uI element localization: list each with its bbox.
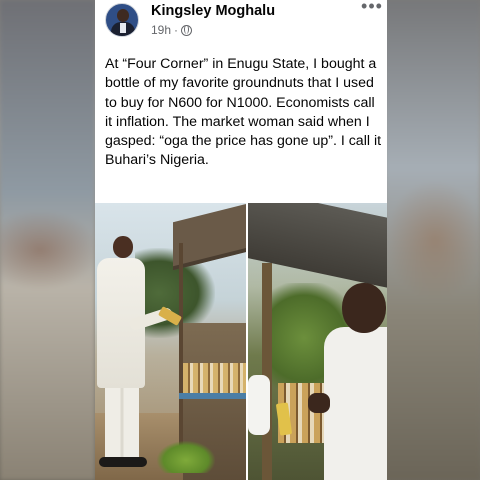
avatar-shirt — [120, 23, 126, 33]
post-text: At “Four Corner” in Enugu State, I bough… — [105, 56, 382, 169]
man-legs — [105, 383, 139, 463]
person-arm — [248, 375, 270, 435]
blurred-background-left — [0, 0, 95, 480]
photo-right[interactable] — [248, 203, 387, 480]
post-photos — [95, 203, 387, 480]
post-time[interactable]: 19h — [151, 23, 171, 37]
globe-icon — [181, 24, 193, 36]
blurred-background-right — [385, 0, 480, 480]
photo-left[interactable] — [95, 203, 246, 480]
stall-shelf-edge — [179, 393, 246, 399]
author-name[interactable]: Kingsley Moghalu — [151, 3, 275, 19]
post-meta: 19h · — [151, 23, 193, 37]
man-head — [113, 236, 133, 258]
meta-separator: · — [174, 23, 179, 37]
man-head — [342, 283, 386, 333]
man-shoes — [99, 457, 147, 467]
stall-post — [262, 263, 272, 480]
avatar-head — [117, 9, 129, 22]
more-options-icon[interactable]: ••• — [361, 0, 383, 18]
post-header: Kingsley Moghalu 19h · ••• — [95, 0, 387, 46]
avatar[interactable] — [105, 3, 139, 37]
man-back-view — [308, 283, 387, 480]
man-body — [324, 327, 387, 480]
facebook-post-card: Kingsley Moghalu 19h · ••• At “Four Corn… — [95, 0, 387, 480]
plantains — [157, 441, 215, 473]
man-hand — [308, 393, 330, 413]
